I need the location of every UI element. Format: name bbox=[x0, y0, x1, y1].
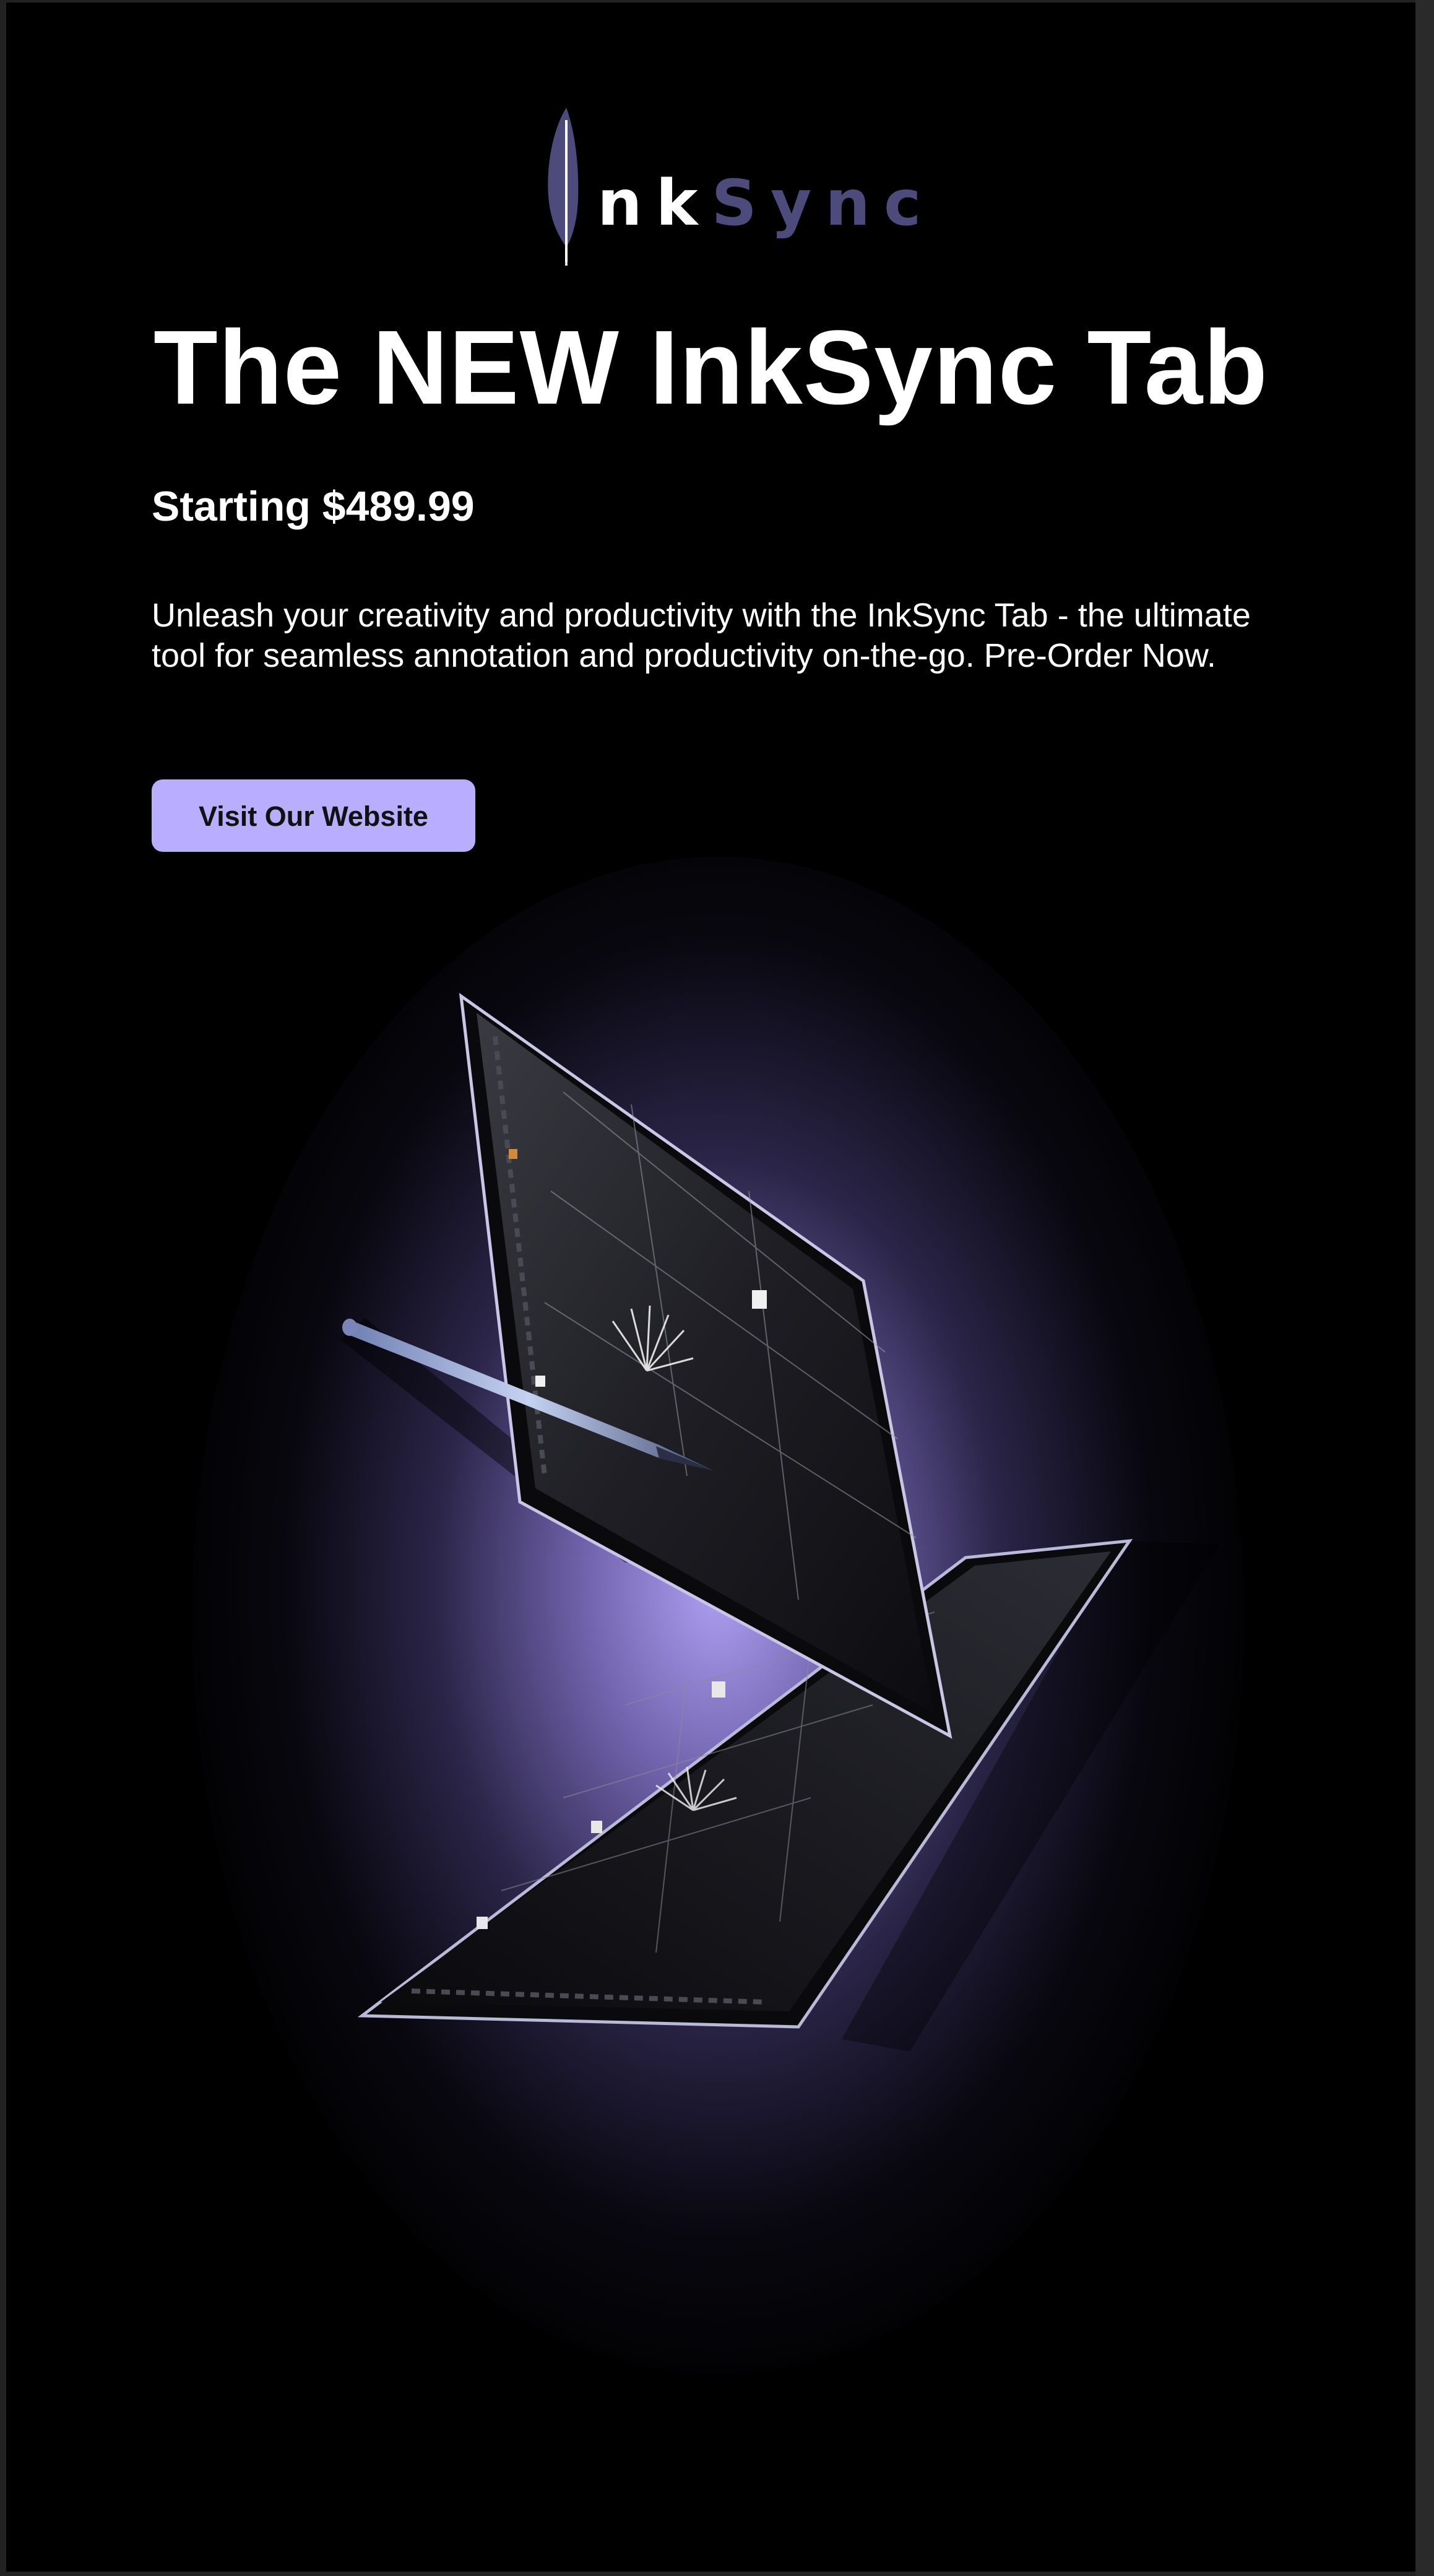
quill-icon bbox=[548, 108, 579, 266]
top-tablet bbox=[459, 992, 952, 1739]
page-frame: nkSync The NEW InkSync Tab Starting $489… bbox=[0, 0, 1434, 2576]
email-canvas: nkSync The NEW InkSync Tab Starting $489… bbox=[6, 2, 1415, 2572]
inksync-logo[interactable]: nkSync bbox=[538, 108, 921, 275]
page-title: The NEW InkSync Tab bbox=[153, 309, 1269, 427]
description-text: Unleash your creativity and productivity… bbox=[152, 597, 1251, 674]
visit-website-button[interactable]: Visit Our Website bbox=[152, 779, 475, 852]
logo-text-white: nk bbox=[597, 167, 712, 240]
logo-text-purple: Sync bbox=[711, 167, 935, 240]
price-text: Starting $489.99 bbox=[152, 483, 475, 530]
tablet-illustration bbox=[340, 992, 1219, 2052]
scrollbar-track[interactable] bbox=[1415, 0, 1434, 2576]
logo-wordmark: nkSync bbox=[597, 167, 935, 240]
